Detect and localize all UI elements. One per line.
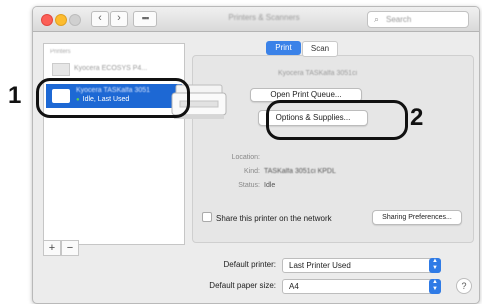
add-printer-button[interactable]: + (43, 240, 61, 256)
back-button[interactable]: ‹ (91, 11, 109, 27)
search-icon: ⌕ (374, 14, 380, 24)
default-paper-value: A4 (289, 282, 299, 291)
kind-label: Kind: (244, 168, 260, 175)
printer-name: Kyocera TASKalfa 3051ci (278, 70, 358, 77)
updown-arrows-icon: ▲ ▼ (429, 279, 441, 294)
printer-list-item[interactable]: Kyocera ECOSYS P4... (46, 58, 182, 80)
status-value: Idle (264, 182, 276, 189)
callout-number-2: 2 (410, 104, 424, 131)
printer-icon (52, 63, 70, 76)
close-window-button[interactable] (41, 14, 53, 26)
show-all-button[interactable]: ▪▪▪ (133, 11, 157, 27)
remove-printer-button[interactable]: − (61, 240, 79, 256)
printer-list-header: Printers (50, 49, 71, 55)
search-field[interactable]: ⌕ Search (367, 11, 469, 28)
forward-button[interactable]: › (110, 11, 128, 27)
default-paper-label: Default paper size: (209, 281, 276, 290)
default-paper-select[interactable]: A4 ▲ ▼ (282, 279, 441, 294)
help-button[interactable]: ? (456, 278, 472, 294)
chevron-left-icon: ‹ (98, 12, 102, 24)
title-bar: ‹ › ▪▪▪ Printers & Scanners ⌕ Search (33, 7, 479, 32)
add-remove-controls: + − (43, 240, 83, 256)
callout-number-1: 1 (8, 82, 22, 109)
print-scan-tabs: Print Scan (266, 41, 338, 57)
default-printer-label: Default printer: (223, 260, 276, 269)
sharing-preferences-button[interactable]: Sharing Preferences... (372, 210, 462, 225)
printer-list: Printers Kyocera ECOSYS P4... Kyocera TA… (43, 43, 185, 245)
zoom-window-button[interactable] (69, 14, 81, 26)
callout-ring-1 (36, 78, 190, 118)
search-placeholder: Search (386, 15, 412, 24)
default-printer-select[interactable]: Last Printer Used ▲ ▼ (282, 258, 441, 273)
callout-ring-2 (266, 100, 408, 140)
location-label: Location: (231, 154, 260, 161)
kind-value: TASKalfa 3051ci KPDL (264, 168, 336, 175)
share-printer-option[interactable]: Share this printer on the network (202, 212, 332, 223)
window-title: Printers & Scanners (228, 13, 300, 22)
printer-list-item-name: Kyocera ECOSYS P4... (74, 65, 148, 72)
chevron-right-icon: › (117, 12, 121, 24)
grid-icon: ▪▪▪ (141, 13, 150, 23)
share-printer-label: Share this printer on the network (216, 214, 332, 223)
minimize-window-button[interactable] (55, 14, 67, 26)
tab-print[interactable]: Print (266, 41, 301, 55)
default-printer-value: Last Printer Used (289, 261, 351, 270)
status-label: Status: (238, 182, 260, 189)
tab-scan[interactable]: Scan (302, 41, 338, 57)
updown-arrows-icon: ▲ ▼ (429, 258, 441, 273)
share-checkbox[interactable] (202, 212, 212, 222)
